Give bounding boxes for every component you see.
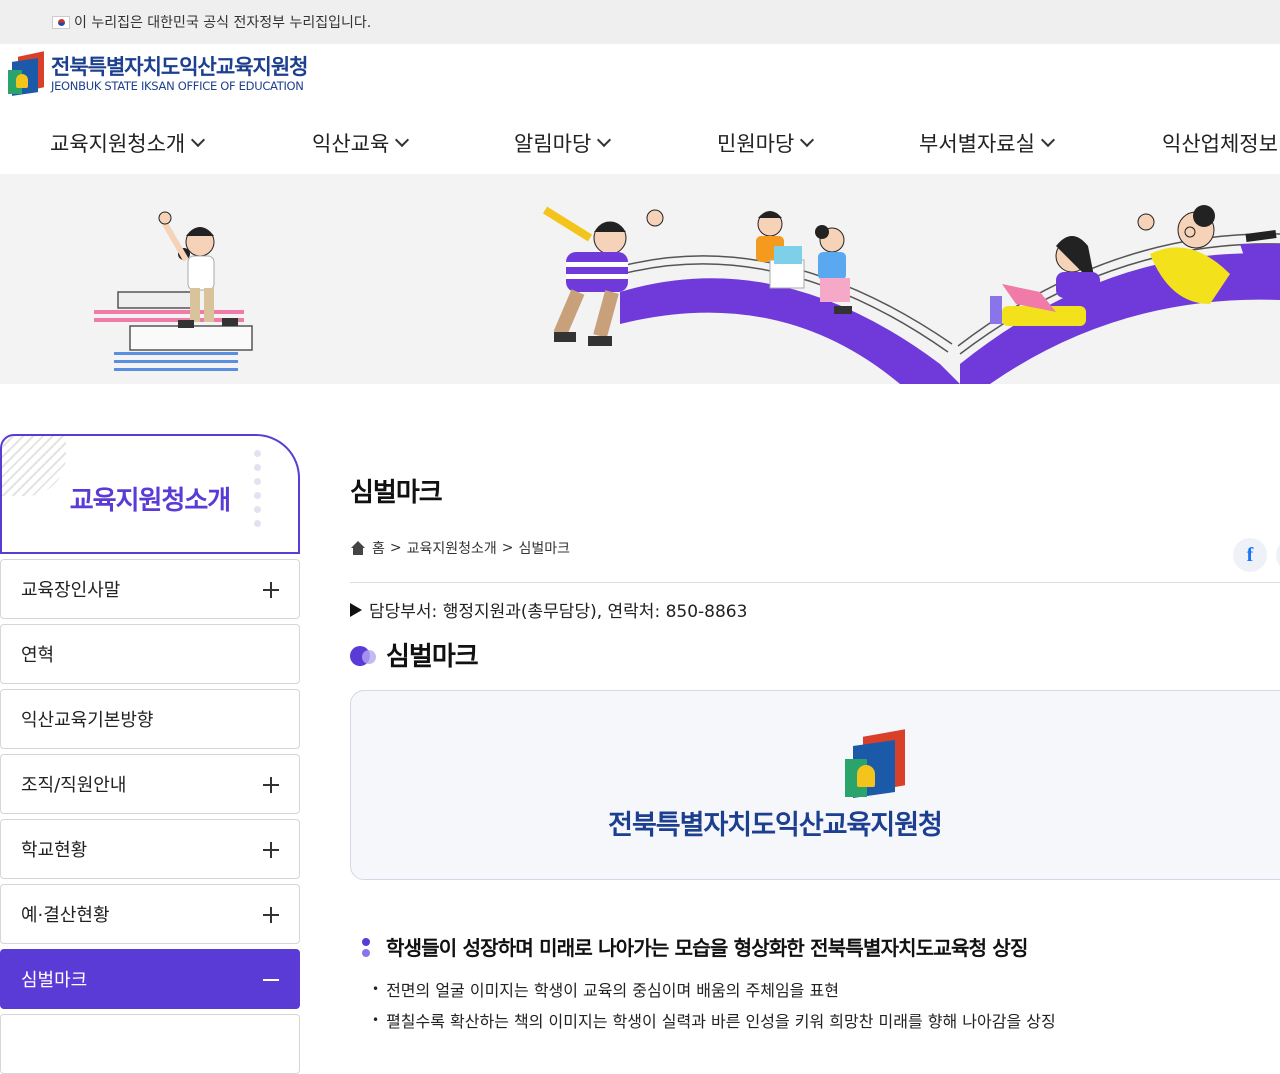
list-item-text: 펼칠수록 확산하는 책의 이미지는 학생이 실력과 바른 인성을 키워 희망찬 … — [386, 1012, 1056, 1031]
nav-item-dept-resources[interactable]: 부서별자료실 — [919, 128, 1055, 158]
plus-icon — [263, 842, 279, 858]
sidebar-item-history[interactable]: 연혁 — [0, 624, 300, 684]
gov-notice-text: 이 누리집은 대한민국 공식 전자정부 누리집입니다. — [74, 15, 372, 31]
facebook-icon: f — [1246, 543, 1254, 566]
hero-banner — [0, 174, 1280, 384]
sidebar-item-budget[interactable]: 예·결산현황 — [0, 884, 300, 944]
facebook-share-button[interactable]: f — [1233, 538, 1267, 572]
department-info-text: 담당부서: 행정지원과(총무담당), 연락처: 850-8863 — [369, 602, 748, 622]
nav-item-label: 익산업체정보 — [1162, 132, 1278, 156]
nav-item-iksan-education[interactable]: 익산교육 — [312, 128, 410, 158]
plus-icon — [263, 777, 279, 793]
dots-icon — [362, 936, 372, 958]
home-icon[interactable] — [350, 541, 366, 555]
sidebar-item-schools[interactable]: 학교현황 — [0, 819, 300, 879]
nav-item-label: 민원마당 — [717, 132, 795, 156]
breadcrumb-separator: > — [501, 540, 514, 556]
list-item: 펼칠수록 확산하는 책의 이미지는 학생이 실력과 바른 인성을 키워 희망찬 … — [372, 1008, 1056, 1032]
sidebar-item-label: 연혁 — [21, 645, 55, 666]
symbol-mark-box: 전북특별자치도익산교육지원청 — [350, 690, 1280, 880]
sidebar-header: 교육지원청소개 — [0, 434, 300, 554]
subheading: 학생들이 성장하며 미래로 나아가는 모습을 형상화한 전북특별자치도교육청 상… — [362, 932, 1028, 961]
sidebar-item-greeting[interactable]: 교육장인사말 — [0, 559, 300, 619]
breadcrumb-home[interactable]: 홈 — [372, 538, 385, 558]
nav-item-notices[interactable]: 알림마당 — [514, 128, 612, 158]
symbol-mark-logo-icon — [845, 729, 909, 801]
nav-item-label: 알림마당 — [514, 132, 592, 156]
nav-item-label: 익산교육 — [312, 132, 390, 156]
list-item: 전면의 얼굴 이미지는 학생이 교육의 중심이며 배움의 주체임을 표현 — [372, 977, 839, 1001]
triangle-right-icon — [350, 602, 362, 617]
nav-item-label: 부서별자료실 — [919, 132, 1035, 156]
chevron-down-icon — [1040, 132, 1055, 148]
breadcrumb-separator: > — [389, 540, 402, 556]
sidebar-item-symbol[interactable]: 심벌마크 — [0, 949, 300, 1009]
sidebar-item-label: 교육장인사말 — [21, 580, 121, 601]
share-button[interactable] — [1276, 538, 1280, 572]
chevron-down-icon — [597, 132, 612, 148]
nav-item-label: 교육지원청소개 — [50, 132, 186, 156]
logo-korean-text: 전북특별자치도익산교육지원청 — [51, 55, 308, 79]
logo-icon — [8, 51, 46, 96]
sidebar-item-label: 예·결산현황 — [21, 905, 110, 926]
breadcrumb: 홈 > 교육지원청소개 > 심벌마크 — [350, 538, 570, 558]
sidebar-item-next[interactable] — [0, 1014, 300, 1074]
chevron-down-icon — [395, 132, 410, 148]
korea-flag-icon — [52, 15, 70, 29]
minus-icon — [263, 979, 279, 981]
sidebar-item-label: 심벌마크 — [21, 970, 88, 991]
list-item-text: 전면의 얼굴 이미지는 학생이 교육의 중심이며 배움의 주체임을 표현 — [386, 981, 839, 1000]
chevron-down-icon — [191, 132, 206, 148]
divider — [350, 582, 1280, 583]
nav-item-civil-service[interactable]: 민원마당 — [717, 128, 815, 158]
main-navigation: 교육지원청소개 익산교육 알림마당 민원마당 부서별자료실 익산업체정보 — [0, 118, 1280, 174]
logo-english-text: JEONBUK STATE IKSAN OFFICE OF EDUCATION — [51, 79, 304, 93]
breadcrumb-current: 심벌마크 — [518, 541, 571, 557]
section-title-text: 심벌마크 — [386, 642, 479, 672]
hero-illustration — [94, 205, 1280, 384]
chevron-down-icon — [800, 132, 815, 148]
gov-notice-bar: 이 누리집은 대한민국 공식 전자정부 누리집입니다. — [0, 0, 1280, 44]
sidebar-item-label: 학교현황 — [21, 840, 88, 861]
subheading-text: 학생들이 성장하며 미래로 나아가는 모습을 형상화한 전북특별자치도교육청 상… — [386, 936, 1028, 960]
nav-item-company-info[interactable]: 익산업체정보 — [1162, 128, 1278, 158]
sidebar-title: 교육지원청소개 — [69, 486, 231, 516]
symbol-mark-text: 전북특별자치도익산교육지원청 — [608, 810, 943, 841]
department-info: 담당부서: 행정지원과(총무담당), 연락처: 850-8863 — [350, 597, 747, 622]
breadcrumb-section[interactable]: 교육지원청소개 — [407, 538, 497, 558]
page-title: 심벌마크 — [350, 478, 443, 508]
sidebar-item-basic-direction[interactable]: 익산교육기본방향 — [0, 689, 300, 749]
circles-icon — [350, 644, 378, 666]
site-logo[interactable]: 전북특별자치도익산교육지원청 JEONBUK STATE IKSAN OFFIC… — [8, 51, 308, 96]
sidebar-item-organization[interactable]: 조직/직원안내 — [0, 754, 300, 814]
sidebar-item-label: 익산교육기본방향 — [21, 710, 154, 731]
section-title: 심벌마크 — [350, 636, 479, 673]
plus-icon — [263, 582, 279, 598]
nav-item-about[interactable]: 교육지원청소개 — [50, 128, 206, 158]
plus-icon — [263, 907, 279, 923]
sidebar-item-label: 조직/직원안내 — [21, 775, 127, 796]
